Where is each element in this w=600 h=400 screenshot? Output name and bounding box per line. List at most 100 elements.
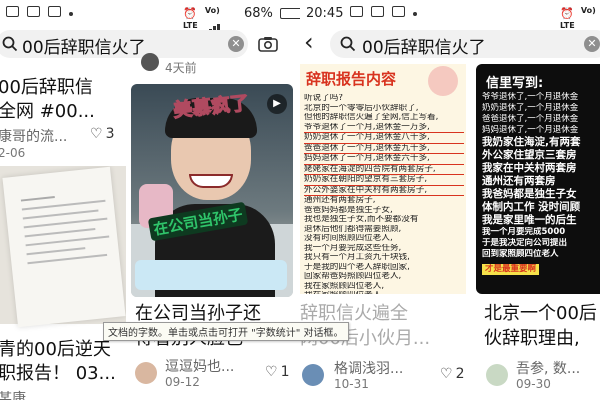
like-count[interactable]: ♡ 2 (440, 366, 464, 382)
report-text-line: 我一个月要完成这些任务, (304, 243, 402, 253)
card-author: 某康 (0, 391, 26, 400)
report-text-line: 姥姥家在海淀的四合院有两套房子, (304, 165, 464, 175)
app-notification-icon (27, 6, 41, 17)
video-play-icon: ▶ (267, 94, 287, 114)
screenshot-notification-icon (48, 6, 62, 17)
letter-text-line: 我爸妈都是独生子女 (482, 188, 577, 200)
status-bar: 20:45 ⏰ Vo) LTE (300, 0, 600, 30)
report-text-line: 我在家照顾四位老人, (304, 281, 385, 291)
report-text-line: 奶奶退休了一个月,退休金八千多, (304, 133, 464, 144)
card-title-line2: 职报告！ 03... (0, 363, 116, 384)
report-text-line: 外公外婆家在中关村有两套房子, (304, 186, 464, 196)
like-count[interactable]: ♡ 3 (90, 126, 114, 142)
letter-text-line: 才是最重要啊 (482, 264, 540, 275)
letter-text-line: 我是家里唯一的后生 (482, 214, 577, 226)
heart-icon: ♡ (265, 364, 278, 380)
letter-text-line: 体制内工作 没时间顾 (482, 201, 581, 213)
card-title-line2: 全网 #00... (0, 101, 95, 122)
report-text-line: 但他的辞职信火遍了全网,信上写着, (304, 113, 439, 122)
sticker-icon (428, 66, 458, 96)
card-title-line2: 伙辞职理由, (484, 328, 580, 349)
note-card-a[interactable]: 00后辞职信 全网 #00... 康哥的流... ♡ 3 2-06 (0, 62, 126, 162)
report-header: 辞职报告内容 (306, 70, 397, 88)
card-author: 康哥的流... (0, 129, 68, 145)
screenshot-stage: ⏰ Vo) LTE 68% 00后辞职信火了 ✕ 00后辞职信 全网 #00...… (0, 0, 600, 400)
letter-text-line: 妈妈退休了,一个月退休金 (482, 125, 579, 135)
more-notifications-dot (413, 11, 418, 16)
letter-text-line: 我奶家住海淀,有两套 (482, 136, 581, 148)
report-text-line: 通州还有两套房子, (304, 196, 376, 205)
letter-header: 信里写到: (486, 76, 544, 91)
report-text-block: 听说了吗? 北京的一个零零后小伙辞职了, 但他的辞职信火遍了全网,信上写着, 爷爷退休… (304, 94, 464, 294)
image-notification-icon (350, 6, 363, 17)
report-text-line: 退休后他们都得需要照顾, (304, 224, 402, 234)
search-input[interactable]: 00后辞职信火了 (22, 33, 146, 58)
letter-text-line: 爷爷退休了,一个月退休金 (482, 92, 579, 102)
battery-percent: 68% (244, 6, 273, 21)
screenshot-notification-icon (392, 6, 406, 17)
back-arrow-icon[interactable]: ‹ (304, 30, 314, 54)
card-date: 09-30 (516, 377, 551, 391)
search-bar[interactable]: 00后辞职信火了 ✕ (330, 30, 600, 58)
search-icon (340, 36, 356, 52)
report-text-line: 爸爸退休了一个月,退休金九千多, (304, 144, 464, 154)
clock: 20:45 (306, 6, 344, 21)
card-date: 2-06 (0, 146, 26, 160)
search-bar[interactable]: 00后辞职信火了 ✕ (0, 30, 248, 58)
letter-text-line: 爸爸退休了,一个月退休金 (482, 114, 579, 124)
letter-text-line: 回到家照顾四位老人 (482, 249, 559, 259)
word-count-tooltip: 文档的字数。单击或点击可打开 "字数统计" 对话框。 (103, 322, 349, 341)
card-title-line1: 00后辞职信 (0, 77, 93, 98)
avatar (486, 364, 508, 386)
letter-text-line: 我家在中关村两套房 (482, 162, 577, 174)
avatar (141, 53, 159, 71)
avatar (302, 364, 324, 386)
document-photo (0, 166, 126, 328)
card-author: 吾参, 数... (516, 361, 581, 377)
card-date: 10-31 (334, 377, 369, 391)
report-text-line: 爸爸妈妈都是独生子女, (304, 205, 393, 215)
app-notification-icon (371, 6, 385, 17)
like-count[interactable]: ♡ 1 (265, 364, 289, 380)
search-icon (2, 36, 18, 52)
card-title-line1: 青的00后逆天 (0, 339, 111, 360)
letter-text-line: 我一个月要完成5000 (482, 227, 566, 237)
card-date: 4天前 (165, 61, 197, 75)
status-bar: ⏰ Vo) LTE 68% (0, 0, 300, 36)
report-text-line: 于是我的四个老人辞职回家, (304, 262, 410, 272)
image-notification-icon (6, 6, 19, 17)
search-input[interactable]: 00后辞职信火了 (362, 33, 486, 58)
notification-icons (6, 6, 74, 21)
clear-search-icon[interactable]: ✕ (584, 36, 600, 52)
letter-text-block: 爷爷退休了,一个月退休金 奶奶退休了,一个月退休金 爸爸退休了,一个月退休金 妈妈退休… (482, 92, 600, 279)
camera-search-icon[interactable] (258, 36, 278, 52)
card-author: 格调浅羽... (334, 361, 404, 377)
alarm-icon: ⏰ (183, 7, 197, 20)
report-text-line: 没有时间照顾四位老人, (304, 234, 393, 243)
card-author: 逗逗妈也... (165, 359, 235, 375)
note-card-letter[interactable]: 信里写到: 爷爷退休了,一个月退休金 奶奶退休了,一个月退休金 爸爸退休了,一个月退… (476, 64, 600, 400)
clear-search-icon[interactable]: ✕ (228, 36, 244, 52)
report-text-line: 北京的一个零零后小伙辞职了, (304, 103, 419, 113)
notification-icons (350, 6, 418, 21)
report-text-line: 我在家照顾四位老人 (304, 291, 464, 294)
letter-text-line: 通州还有两套房 (482, 175, 556, 187)
note-card-video[interactable]: 美慕疯了 在公司当孙子 ▶ 在公司当孙子还 得看别人脸色 逗逗妈也... 09-… (131, 84, 293, 400)
heart-icon: ♡ (90, 126, 103, 142)
battery-icon (280, 8, 300, 23)
card-title-line1: 北京一个00后 (484, 303, 597, 324)
letter-image: 信里写到: 爷爷退休了,一个月退休金 奶奶退休了,一个月退休金 爸爸退休了,一个月退… (476, 64, 600, 294)
report-text-line: 奶奶家在朝阳的望京有三套房子, (304, 175, 464, 186)
letter-text-line: 奶奶退休了,一个月退休金 (482, 103, 579, 113)
report-image: 辞职报告内容 听说了吗? 北京的一个零零后小伙辞职了, 但他的辞职信火遍了全网,信上… (300, 64, 466, 294)
report-text-line: 爷爷退休了一个月,退休金一万多, (304, 123, 464, 133)
report-text-line: 妈妈退休了一个月,退休金六千多, (304, 154, 464, 165)
top-meta-row: 4天前 (139, 53, 299, 77)
video-thumbnail: 美慕疯了 在公司当孙子 ▶ (131, 84, 293, 297)
avatar (135, 362, 157, 384)
heart-icon: ♡ (440, 366, 453, 382)
note-card-report[interactable]: 辞职报告内容 听说了吗? 北京的一个零零后小伙辞职了, 但他的辞职信火遍了全网,信上… (300, 64, 466, 400)
more-notifications-dot (69, 11, 74, 16)
card-date: 09-12 (165, 375, 200, 389)
note-card-doc[interactable]: 青的00后逆天 职报告！ 03... 某康 (0, 166, 126, 400)
